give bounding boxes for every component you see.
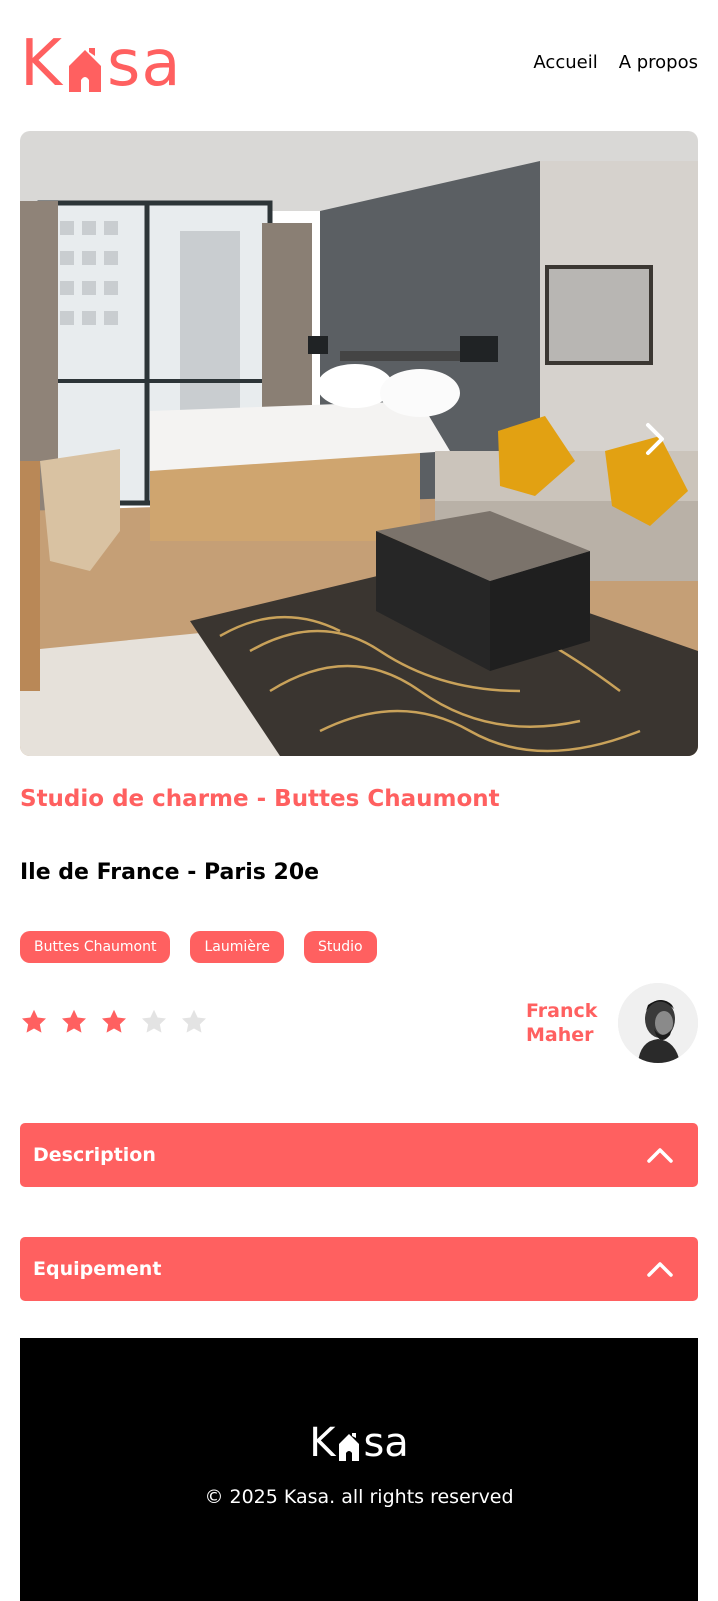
tag-badge: Studio <box>303 931 377 963</box>
star-empty-icon <box>141 1009 167 1033</box>
collapse-title: Equipement <box>33 1258 162 1280</box>
main-nav: Accueil A propos <box>533 52 698 73</box>
kasa-logo[interactable]: K sa <box>20 27 182 101</box>
chevron-right-icon[interactable] <box>642 421 668 457</box>
nav-link-about[interactable]: A propos <box>619 52 698 73</box>
rating-stars <box>20 1008 208 1036</box>
footer-logo-text-left: K <box>309 1420 336 1466</box>
host-first-name: Franck <box>526 1000 598 1022</box>
footer: K sa © 2025 Kasa. all rights reserved <box>20 1338 698 1601</box>
header: K sa Accueil A propos <box>20 27 698 101</box>
house-icon <box>68 48 101 92</box>
collapse-description[interactable]: Description <box>20 1123 698 1187</box>
tag-badge: Laumière <box>190 931 284 963</box>
star-empty-icon <box>181 1009 207 1033</box>
footer-logo: K sa <box>20 1420 698 1466</box>
star-filled-icon <box>21 1009 47 1033</box>
nav-link-home[interactable]: Accueil <box>533 52 597 73</box>
host-last-name: Maher <box>526 1024 594 1046</box>
image-carousel <box>20 131 698 756</box>
host-name: Franck Maher <box>526 999 600 1047</box>
chevron-up-icon[interactable] <box>646 1146 674 1164</box>
tag-list: Buttes Chaumont Laumière Studio <box>20 931 377 963</box>
footer-logo-text-right: sa <box>363 1420 409 1466</box>
tag-badge: Buttes Chaumont <box>20 931 171 963</box>
collapse-title: Description <box>33 1144 156 1166</box>
logo-text-left: K <box>20 27 63 101</box>
chevron-up-icon[interactable] <box>646 1260 674 1278</box>
collapse-equipment[interactable]: Equipement <box>20 1237 698 1301</box>
listing-photo <box>20 131 698 756</box>
logo-text-right: sa <box>106 27 182 101</box>
avatar <box>618 983 698 1063</box>
copyright-text: © 2025 Kasa. all rights reserved <box>204 1486 514 1508</box>
house-icon <box>339 1433 360 1461</box>
listing-location: Ile de France - Paris 20e <box>20 860 320 885</box>
listing-title: Studio de charme - Buttes Chaumont <box>20 786 500 812</box>
star-filled-icon <box>61 1009 87 1033</box>
star-filled-icon <box>101 1009 127 1033</box>
host-info: Franck Maher <box>526 983 698 1063</box>
